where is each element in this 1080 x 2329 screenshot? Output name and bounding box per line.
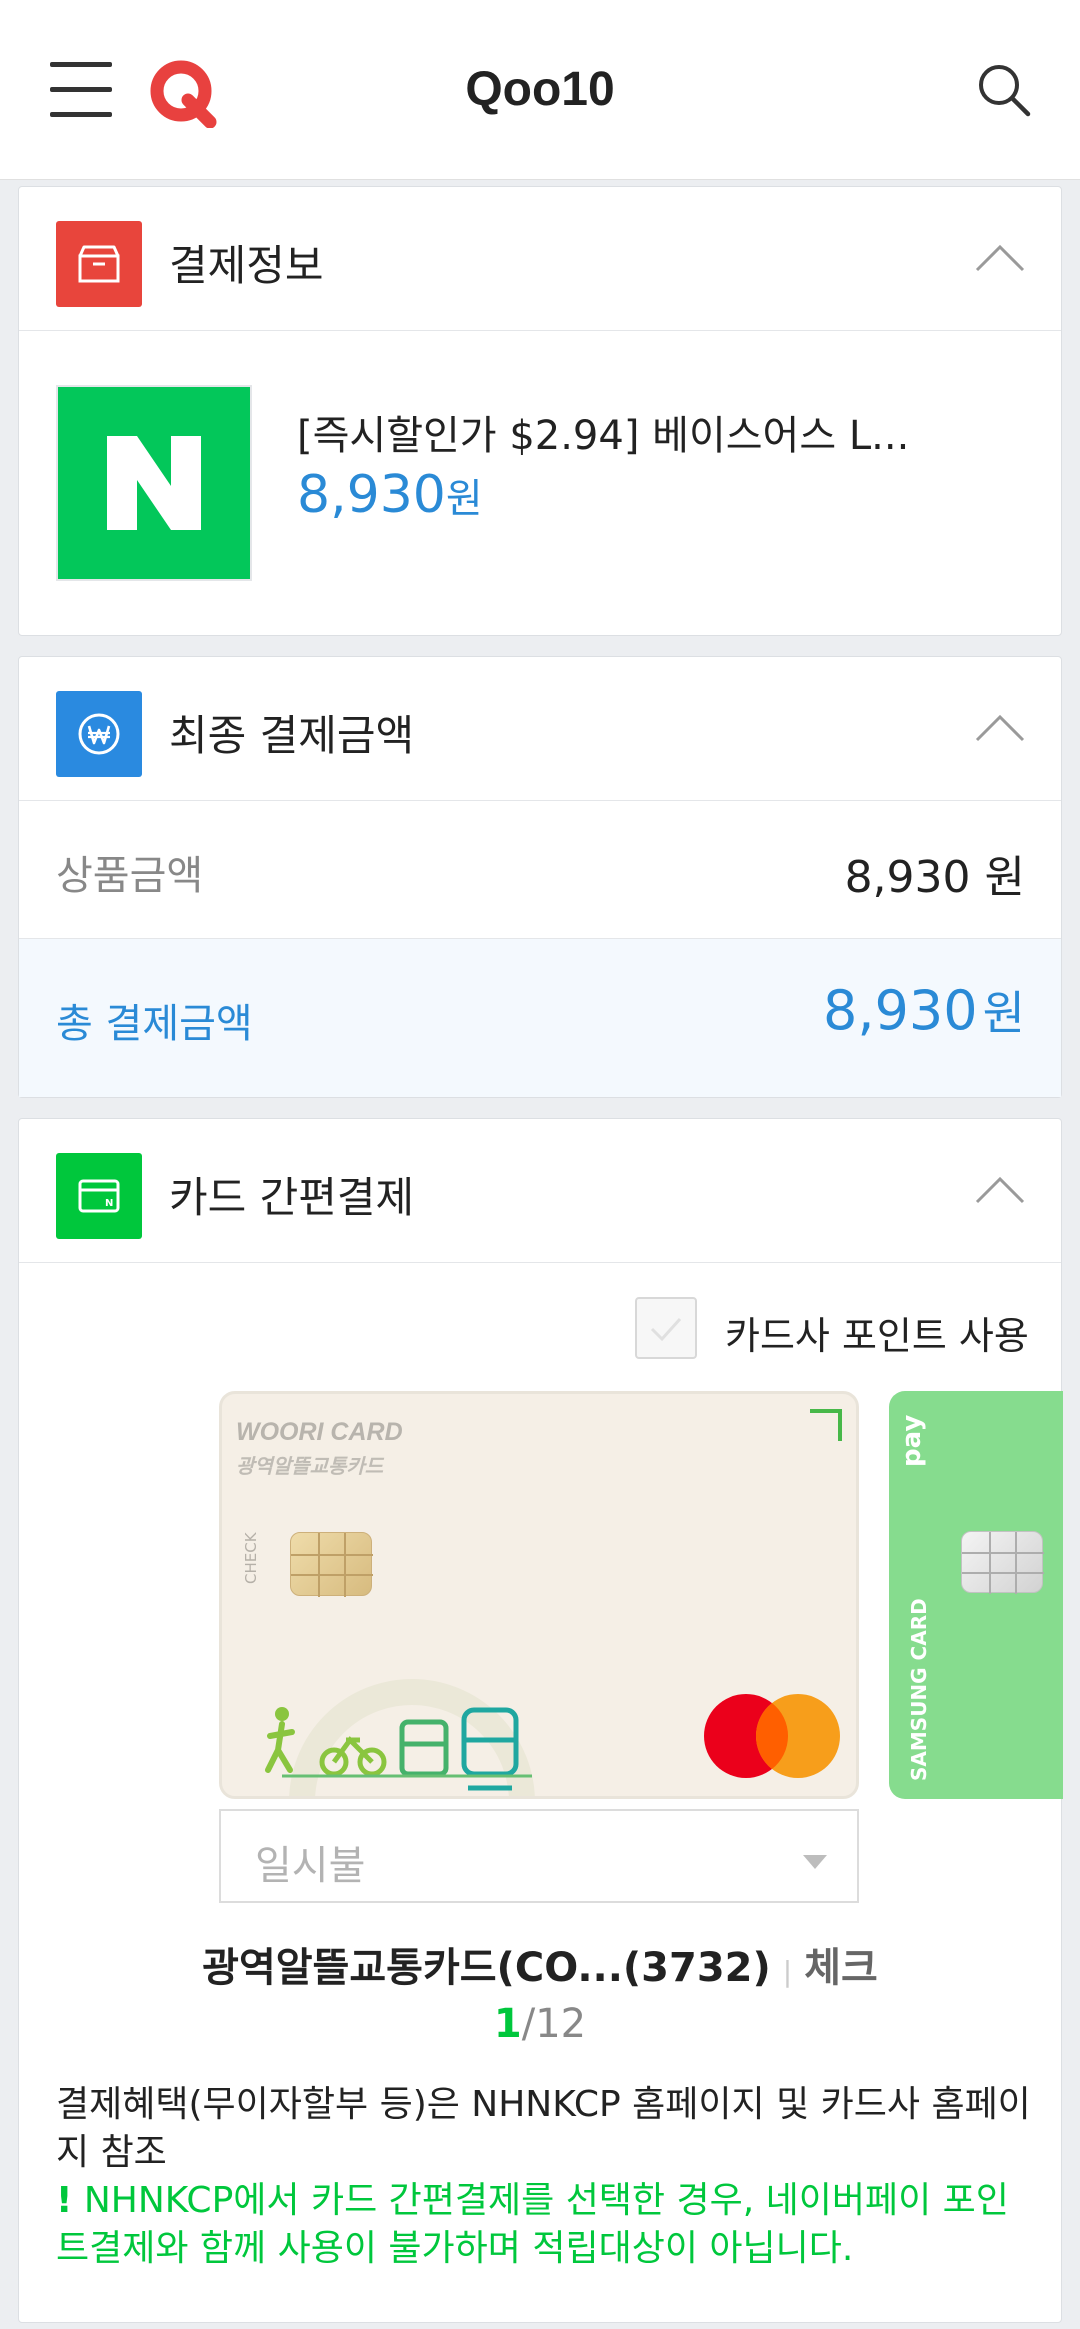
- card-chip-icon: [290, 1532, 373, 1597]
- naverpay-warning: ! NHNKCP에서 카드 간편결제를 선택한 경우, 네이버페이 포인트결제와…: [56, 2177, 1036, 2273]
- product-thumbnail[interactable]: [56, 385, 252, 581]
- product-price: 8,930원: [297, 465, 483, 525]
- card-info-separator: |: [782, 1955, 793, 1988]
- warning-text: NHNKCP에서 카드 간편결제를 선택한 경우, 네이버페이 포인트결제와 함…: [56, 2180, 1009, 2269]
- total-amount-label: 총 결제금액: [56, 1001, 253, 1047]
- pager-total: /12: [521, 2001, 587, 2047]
- card-corner-mark: [810, 1409, 842, 1441]
- pager-current: 1: [493, 2001, 522, 2047]
- woori-card-image[interactable]: WOORI CARD 광역알뜰교통카드 CHECK: [219, 1391, 859, 1799]
- won-icon: [56, 691, 142, 777]
- samsung-pay-text: pay: [897, 1414, 927, 1467]
- card-type: 체크: [804, 1945, 878, 1991]
- card-icon: N: [56, 1153, 142, 1239]
- item-amount-label: 상품금액: [56, 853, 204, 899]
- final-amount-panel: 최종 결제금액 상품금액 8,930 원 총 결제금액 8,930 원: [18, 656, 1062, 1098]
- samsung-card-image[interactable]: pay SAMSUNG CARD: [889, 1391, 1063, 1799]
- final-amount-header[interactable]: 최종 결제금액: [19, 657, 1061, 801]
- card-brand-text: WOORI CARD: [236, 1418, 403, 1446]
- chevron-up-icon[interactable]: [975, 1174, 1025, 1204]
- payment-info-panel: 결제정보 [즉시할인가 $2.94] 베이스어스 L... 8,930원: [18, 186, 1062, 636]
- chevron-up-icon[interactable]: [975, 712, 1025, 742]
- product-price-currency: 원: [445, 476, 483, 522]
- payment-info-header[interactable]: 결제정보: [19, 187, 1061, 331]
- card-points-label[interactable]: 카드사 포인트 사용: [725, 1305, 1029, 1360]
- checkmark-icon: [650, 1317, 682, 1342]
- app-title: Qoo10: [465, 63, 615, 116]
- product-name[interactable]: [즉시할인가 $2.94] 베이스어스 L...: [297, 403, 909, 461]
- card-pager: 1/12: [19, 2001, 1061, 2047]
- card-pay-header[interactable]: N 카드 간편결제: [19, 1119, 1061, 1263]
- total-amount-currency: 원: [982, 986, 1025, 1040]
- item-amount-value: 8,930 원: [844, 852, 1025, 903]
- dropdown-caret-icon: [803, 1855, 827, 1869]
- card-name: 광역알뜰교통카드(CO...(3732): [202, 1945, 771, 1991]
- naver-n-logo: [107, 436, 201, 530]
- box-icon: [56, 221, 142, 307]
- app-header: Qoo10: [0, 0, 1080, 180]
- total-amount-value: 8,930 원: [823, 977, 1025, 1043]
- samsung-chip-icon: [961, 1531, 1044, 1594]
- installment-select[interactable]: 일시불: [219, 1809, 859, 1903]
- card-points-checkbox[interactable]: [635, 1297, 697, 1359]
- card-product-text: 광역알뜰교통카드: [236, 1454, 384, 1478]
- svg-text:N: N: [105, 1198, 113, 1209]
- item-amount-row: 상품금액 8,930 원: [19, 801, 1061, 939]
- chevron-up-icon[interactable]: [975, 242, 1025, 272]
- product-price-value: 8,930: [297, 465, 446, 525]
- warning-mark: !: [56, 2180, 73, 2221]
- payment-info-title: 결제정보: [169, 241, 324, 290]
- final-amount-title: 최종 결제금액: [169, 711, 415, 760]
- benefit-notice: 결제혜택(무이자할부 등)은 NHNKCP 홈페이지 및 카드사 홈페이지 참조: [56, 2084, 1031, 2173]
- search-icon[interactable]: [976, 62, 1032, 118]
- mastercard-logo: [704, 1694, 840, 1778]
- card-pay-panel: N 카드 간편결제 카드사 포인트 사용 WOORI CARD 광역알뜰교통카드…: [18, 1118, 1063, 2323]
- card-check-text: CHECK: [242, 1532, 260, 1584]
- selected-card-info: 광역알뜰교통카드(CO...(3732) | 체크: [19, 1935, 1061, 1993]
- total-amount-number: 8,930: [822, 979, 978, 1042]
- samsung-card-brand-text: SAMSUNG CARD: [907, 1598, 931, 1781]
- card-pay-title: 카드 간편결제: [169, 1173, 415, 1222]
- total-amount-row: 총 결제금액 8,930 원: [19, 939, 1061, 1097]
- installment-placeholder: 일시불: [255, 1843, 366, 1889]
- transit-icons: [265, 1679, 535, 1796]
- card-pay-body: 카드사 포인트 사용 WOORI CARD 광역알뜰교통카드 CHECK pay…: [19, 1263, 1063, 2323]
